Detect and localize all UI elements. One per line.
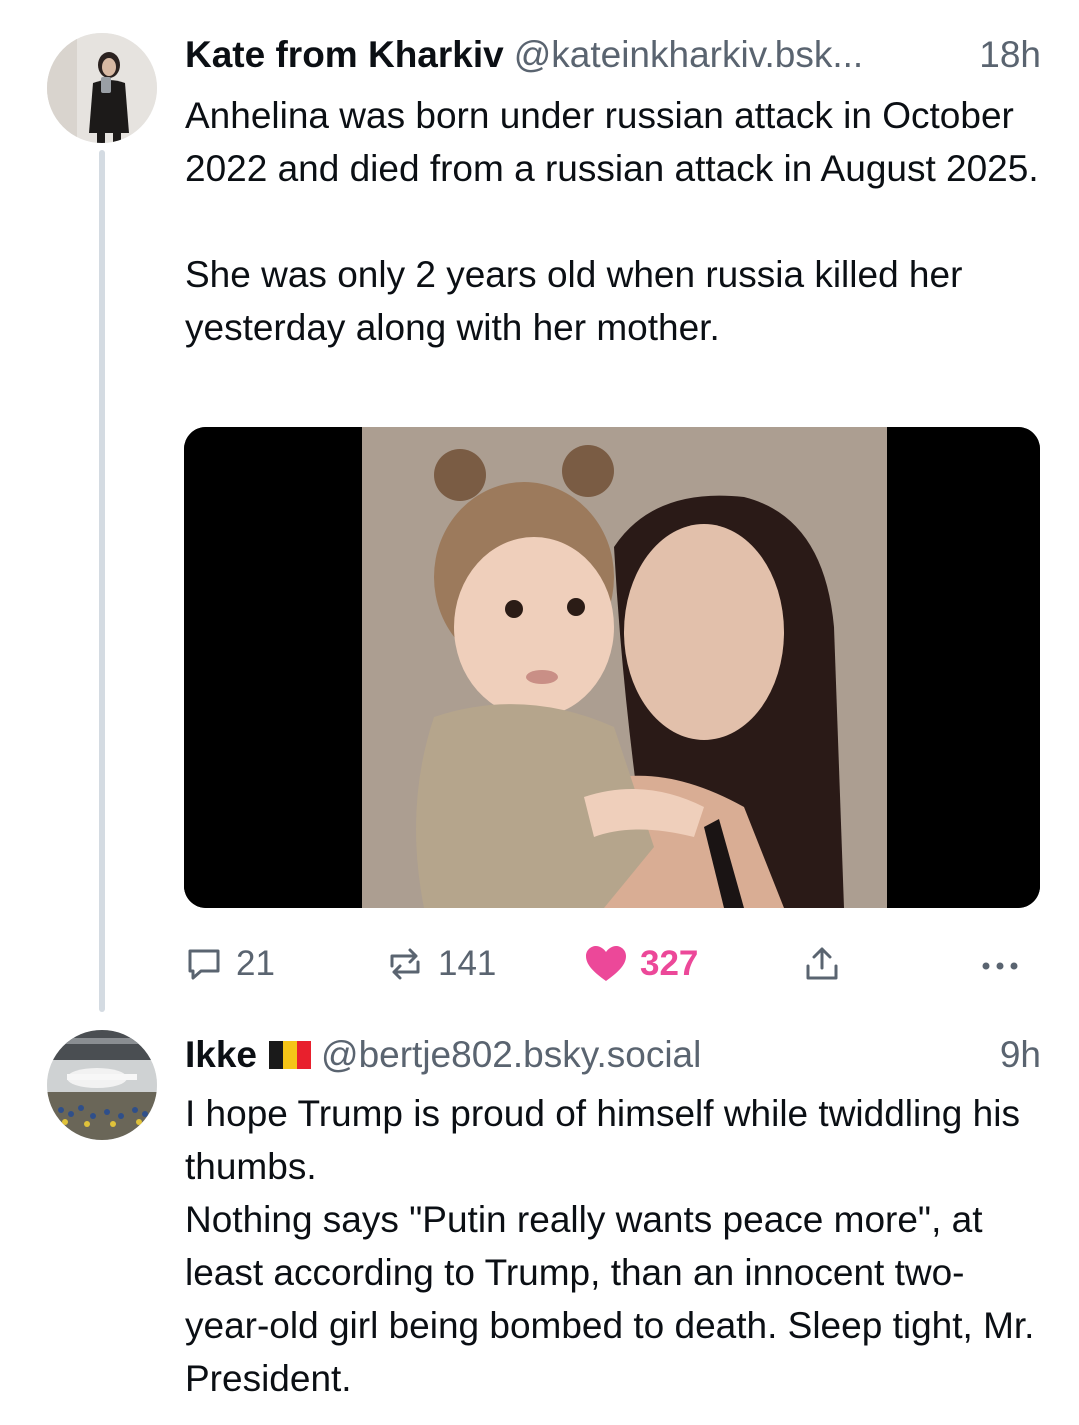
post-paragraph: She was only 2 years old when russia kil…: [185, 254, 963, 348]
post-actions: 21 141 327: [184, 940, 1026, 988]
post-line: I hope Trump is proud of himself while t…: [185, 1093, 1020, 1187]
post-ikke[interactable]: Ikke @bertje802.bsky.social 9h I hope Tr…: [0, 1012, 1079, 1425]
post-text: I hope Trump is proud of himself while t…: [185, 1087, 1045, 1405]
belgium-flag-icon: [269, 1041, 312, 1069]
author-handle[interactable]: @kateinkharkiv.bsk...: [514, 30, 863, 80]
like-count: 327: [640, 944, 699, 983]
more-icon: [978, 944, 1022, 984]
author-name[interactable]: Ikke: [185, 1030, 257, 1080]
reply-count: 21: [236, 944, 275, 983]
post-paragraph: Anhelina was born under russian attack i…: [185, 95, 1039, 189]
share-icon: [802, 944, 842, 984]
repost-button[interactable]: 141: [384, 940, 496, 988]
author-handle[interactable]: @bertje802.bsky.social: [321, 1030, 701, 1080]
post-time[interactable]: 9h: [1000, 1030, 1041, 1080]
share-button[interactable]: [802, 940, 842, 988]
repost-icon: [384, 944, 426, 984]
post-text: Anhelina was born under russian attack i…: [185, 89, 1045, 354]
repost-count: 141: [438, 944, 497, 983]
more-button[interactable]: [978, 940, 1022, 988]
thread-line: [99, 150, 105, 1012]
post-image[interactable]: [184, 427, 1040, 908]
avatar[interactable]: [47, 1030, 157, 1140]
post-line: Nothing says "Putin really wants peace m…: [185, 1199, 1035, 1399]
post-kate[interactable]: Kate from Kharkiv @kateinkharkiv.bsk... …: [0, 0, 1079, 1012]
reply-icon: [184, 944, 224, 984]
heart-icon: [584, 944, 628, 984]
avatar[interactable]: [47, 33, 157, 143]
like-button[interactable]: 327: [584, 940, 698, 988]
post-time[interactable]: 18h: [979, 30, 1041, 80]
post-header: Kate from Kharkiv @kateinkharkiv.bsk... …: [185, 30, 1041, 80]
post-header: Ikke @bertje802.bsky.social 9h: [185, 1030, 1041, 1080]
reply-button[interactable]: 21: [184, 940, 275, 988]
photo-mother-and-daughter: [184, 427, 1040, 908]
author-name[interactable]: Kate from Kharkiv: [185, 30, 504, 80]
